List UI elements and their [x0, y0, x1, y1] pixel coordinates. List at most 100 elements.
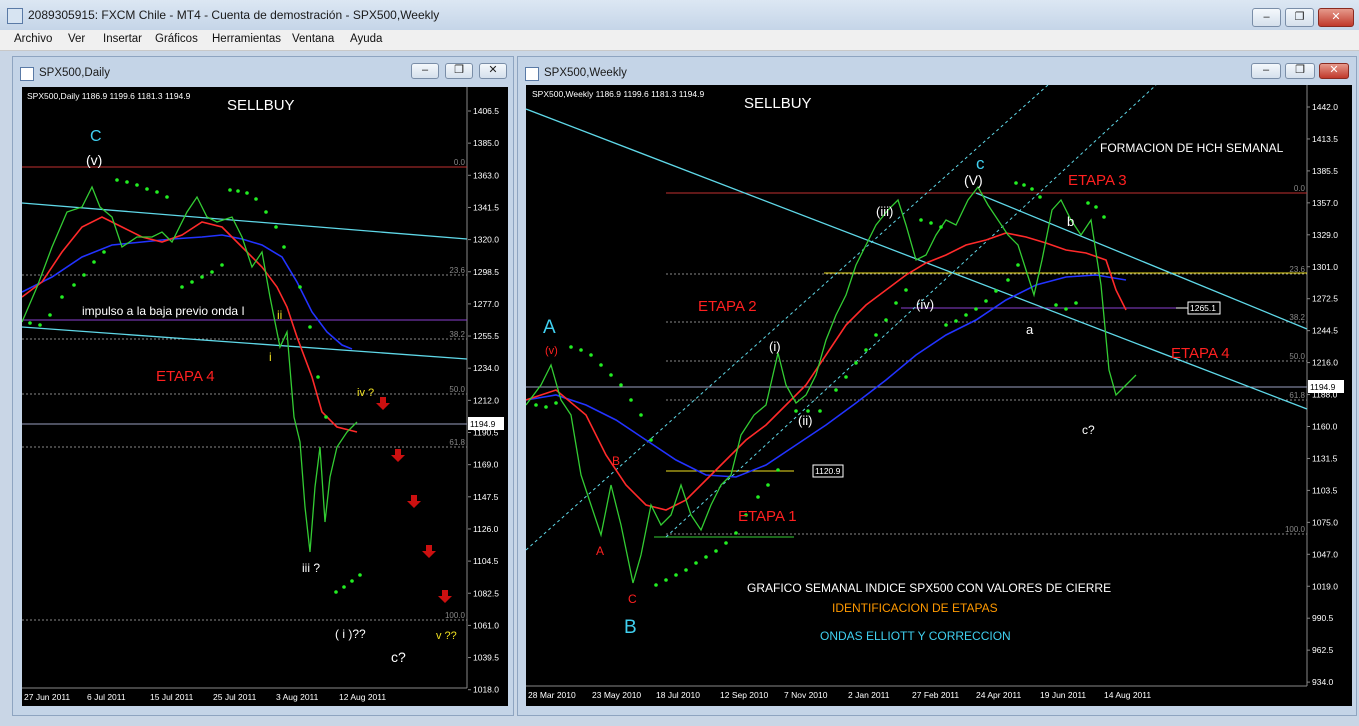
weekly-box-1265: 1265.1 [1190, 303, 1216, 313]
weekly-date-tick: 2 Jan 2011 [848, 690, 890, 700]
daily-date-tick: 3 Aug 2011 [276, 692, 319, 702]
daily-fib-23: 23.6 [449, 266, 465, 275]
restore-button[interactable]: ❐ [1285, 8, 1314, 27]
daily-header: SPX500,Daily 1186.9 1199.6 1181.3 1194.9 [27, 91, 191, 101]
menu-archivo[interactable]: Archivo [14, 33, 52, 45]
menu-ver[interactable]: Ver [68, 33, 85, 45]
daily-etapa4: ETAPA 4 [156, 368, 215, 385]
minimize-button[interactable]: – [1252, 8, 1281, 27]
daily-price-tick: 1385.0 [473, 138, 499, 148]
daily-window-title: SPX500,Daily [39, 67, 110, 79]
weekly-etapa3: ETAPA 3 [1068, 172, 1127, 189]
daily-close-button[interactable]: ✕ [479, 63, 507, 79]
weekly-price-tick: 1385.5 [1312, 166, 1338, 176]
weekly-fib-61: 61.8 [1289, 391, 1305, 400]
weekly-chart[interactable]: 0.0 23.6 38.2 50.0 61.8 100.0 SPX500,Wee… [526, 85, 1352, 706]
weekly-price-tick: 1160.0 [1312, 422, 1338, 432]
daily-date-tick: 25 Jul 2011 [213, 692, 257, 702]
daily-price-tick: 1320.0 [473, 235, 499, 245]
daily-wave-ii: ii [277, 308, 282, 322]
weekly-price-tick: 990.5 [1312, 613, 1334, 623]
weekly-date-tick: 18 Jul 2010 [656, 690, 700, 700]
weekly-wave-C-red: C [628, 592, 637, 606]
weekly-sar-dots [534, 181, 1106, 587]
daily-date-tick: 12 Aug 2011 [339, 692, 386, 702]
daily-price-tick: 1298.5 [473, 267, 499, 277]
daily-wave-iv: iv ? [357, 387, 374, 399]
weekly-price-tick: 934.0 [1312, 677, 1334, 687]
window-title: 2089305915: FXCM Chile - MT4 - Cuenta de… [28, 8, 440, 22]
menu-insertar[interactable]: Insertar [103, 33, 142, 45]
daily-chart[interactable]: 0.0 23.6 38.2 50.0 61.8 100.0 SPX500,Dai… [22, 87, 508, 706]
daily-fib-50: 50.0 [449, 385, 465, 394]
main-title-bar: 2089305915: FXCM Chile - MT4 - Cuenta de… [0, 0, 1359, 31]
weekly-fib-23: 23.6 [1289, 265, 1305, 274]
weekly-price-tick: 1272.5 [1312, 294, 1338, 304]
weekly-header: SPX500,Weekly 1186.9 1199.6 1181.3 1194.… [532, 89, 704, 99]
daily-wave-I: ( i )?? [335, 627, 366, 641]
weekly-price-tick: 1442.0 [1312, 102, 1338, 112]
daily-price-tick: 1147.5 [473, 492, 499, 502]
daily-price-tick: 1212.0 [473, 395, 499, 405]
weekly-caption3: ONDAS ELLIOTT Y CORRECCION [820, 629, 1011, 643]
daily-wave-i: i [269, 350, 272, 364]
weekly-price-tick: 1131.5 [1312, 453, 1338, 463]
daily-wave-vq: v ?? [436, 630, 457, 642]
menu-graficos[interactable]: Gráficos [155, 33, 198, 45]
daily-minimize-button[interactable]: – [411, 63, 439, 79]
weekly-wave-B-big: B [624, 617, 637, 638]
daily-fib-100: 100.0 [445, 611, 466, 620]
weekly-minimize-button[interactable]: – [1251, 63, 1281, 79]
weekly-fib-50: 50.0 [1289, 352, 1305, 361]
weekly-window-title: SPX500,Weekly [544, 67, 627, 79]
daily-price-tick: 1104.5 [473, 556, 499, 566]
weekly-price-tick: 1075.0 [1312, 517, 1338, 527]
daily-impulse-note: impulso a la baja previo onda I [82, 304, 245, 318]
daily-price-tick: 1126.0 [473, 524, 499, 534]
menu-herramientas[interactable]: Herramientas [212, 33, 281, 45]
weekly-wave-i: (i) [769, 339, 781, 354]
weekly-close-button[interactable]: ✕ [1319, 63, 1349, 79]
daily-window-titlebar[interactable]: SPX500,Daily – ❐ ✕ [13, 57, 513, 87]
close-button[interactable]: ✕ [1318, 8, 1354, 27]
weekly-window-titlebar[interactable]: SPX500,Weekly – ❐ ✕ [518, 57, 1356, 87]
weekly-price-tick: 1413.5 [1312, 134, 1338, 144]
daily-fib-0: 0.0 [454, 158, 466, 167]
daily-price-tick: 1255.5 [473, 331, 499, 341]
daily-date-tick: 27 Jun 2011 [24, 692, 70, 702]
weekly-wave-A-red: A [596, 544, 604, 558]
daily-wave-c: c? [391, 649, 406, 665]
weekly-fib-100: 100.0 [1285, 525, 1306, 534]
weekly-wave-A: A [543, 317, 556, 338]
daily-date-tick: 15 Jul 2011 [150, 692, 194, 702]
weekly-hch-label: FORMACION DE HCH SEMANAL [1100, 141, 1284, 155]
chart-window-icon [20, 67, 34, 81]
weekly-wave-b: b [1067, 214, 1074, 229]
chart-window-icon [525, 67, 539, 81]
weekly-wave-ii: (ii) [798, 413, 812, 428]
daily-price-tick: 1406.5 [473, 106, 499, 116]
menu-bar: Archivo Ver Insertar Gráficos Herramient… [0, 30, 1359, 51]
daily-price-tick: 1190.5 [473, 428, 499, 438]
weekly-etapa4: ETAPA 4 [1171, 345, 1230, 362]
weekly-date-tick: 12 Sep 2010 [720, 690, 768, 700]
weekly-box-1120: 1120.9 [815, 466, 841, 476]
daily-wave-C: C [90, 128, 102, 145]
daily-logo: SELLBUY [227, 97, 295, 114]
weekly-etapa1: ETAPA 1 [738, 508, 797, 525]
weekly-price-tick: 962.5 [1312, 645, 1334, 655]
menu-ayuda[interactable]: Ayuda [350, 33, 382, 45]
weekly-restore-button[interactable]: ❐ [1285, 63, 1315, 79]
weekly-price-tick: 1357.0 [1312, 198, 1338, 208]
weekly-wave-iv: (iv) [916, 297, 934, 312]
daily-fib-38: 38.2 [449, 330, 465, 339]
daily-price-tick: 1061.0 [473, 620, 499, 630]
weekly-wave-V: (V) [964, 172, 983, 188]
daily-down-arrows [376, 397, 452, 603]
weekly-date-tick: 7 Nov 2010 [784, 690, 828, 700]
daily-price-tick: 1018.0 [473, 685, 499, 695]
daily-fib-61: 61.8 [449, 438, 465, 447]
daily-date-tick: 6 Jul 2011 [87, 692, 126, 702]
menu-ventana[interactable]: Ventana [292, 33, 334, 45]
daily-restore-button[interactable]: ❐ [445, 63, 473, 79]
